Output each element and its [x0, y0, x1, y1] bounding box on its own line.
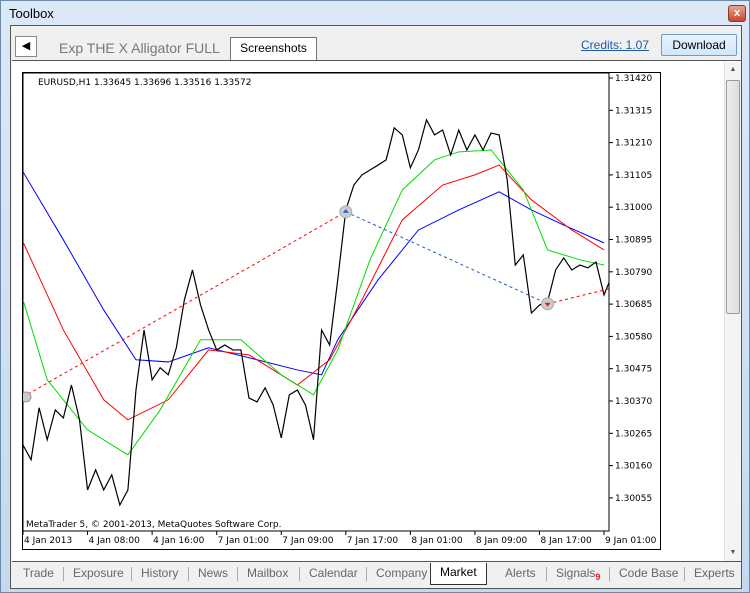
- tab-label: Alerts: [505, 566, 536, 580]
- tab-divider: [63, 567, 64, 581]
- tab-divider: [237, 567, 238, 581]
- bottom-tab-bar: Trade Exposure History News Mailbox Calendar C…: [11, 563, 741, 587]
- y-tick-label: 1.31210: [615, 139, 652, 149]
- y-tick-label: 1.31105: [615, 171, 652, 181]
- tab-divider: [609, 567, 610, 581]
- tab-history[interactable]: History: [141, 566, 178, 580]
- x-tick-label: 4 Jan 16:00: [153, 536, 205, 546]
- y-tick-label: 1.30685: [615, 300, 652, 310]
- tab-divider: [546, 567, 547, 581]
- tab-exposure[interactable]: Exposure: [73, 566, 124, 580]
- y-tick-label: 1.30475: [615, 365, 652, 375]
- signals-badge: 9: [595, 572, 601, 582]
- back-button[interactable]: ◀: [15, 36, 37, 57]
- y-tick-label: 1.30265: [615, 429, 652, 439]
- trade-marker: [23, 391, 32, 403]
- tab-label: History: [141, 566, 179, 580]
- tab-trade[interactable]: Trade: [23, 566, 54, 580]
- y-tick-label: 1.30055: [615, 494, 652, 504]
- credits-link[interactable]: Credits: 1.07: [581, 38, 649, 52]
- tab-signals[interactable]: Signals9: [556, 566, 600, 582]
- tab-market[interactable]: Market: [430, 563, 487, 585]
- tab-screenshots[interactable]: Screenshots: [230, 37, 317, 61]
- x-tick-label: 8 Jan 01:00: [411, 536, 463, 546]
- triangle-left-icon: ◀: [21, 40, 31, 52]
- y-tick-label: 1.30895: [615, 236, 652, 246]
- x-tick-label: 7 Jan 17:00: [347, 536, 399, 546]
- tab-divider: [366, 567, 367, 581]
- scroll-up-icon[interactable]: ▲: [725, 62, 741, 78]
- scrollbar-thumb[interactable]: [726, 80, 740, 314]
- x-tick-label: 4 Jan 2013: [24, 536, 72, 546]
- product-name: Exp THE X Alligator FULL: [59, 40, 220, 56]
- chart-copyright: MetaTrader 5, © 2001-2013, MetaQuotes So…: [26, 520, 282, 530]
- price-chart: EURUSD,H1 1.33645 1.33696 1.33516 1.3357…: [22, 72, 661, 550]
- download-button[interactable]: Download: [661, 34, 737, 56]
- y-tick-label: 1.30370: [615, 397, 652, 407]
- tab-divider: [188, 567, 189, 581]
- y-tick-label: 1.31000: [615, 203, 652, 213]
- tab-mailbox[interactable]: Mailbox: [247, 566, 288, 580]
- tab-experts[interactable]: Experts: [694, 566, 735, 580]
- x-tick-label: 7 Jan 01:00: [218, 536, 270, 546]
- tab-label: Calendar: [309, 566, 358, 580]
- tab-label: Market: [440, 565, 477, 579]
- x-tick-label: 4 Jan 08:00: [89, 536, 141, 546]
- y-tick-label: 1.31420: [615, 74, 652, 84]
- tab-label: Experts: [694, 566, 735, 580]
- x-tick-label: 8 Jan 17:00: [540, 536, 592, 546]
- chart-header: EURUSD,H1 1.33645 1.33696 1.33516 1.3357…: [38, 78, 251, 88]
- tab-label: News: [198, 566, 229, 580]
- tab-label: Exposure: [73, 566, 124, 580]
- tab-calendar[interactable]: Calendar: [309, 566, 358, 580]
- x-tick-label: 8 Jan 09:00: [476, 536, 528, 546]
- tab-divider: [299, 567, 300, 581]
- tab-code-base[interactable]: Code Base: [619, 566, 678, 580]
- y-tick-label: 1.30580: [615, 332, 652, 342]
- tab-label: Signals: [556, 566, 596, 580]
- tab-news[interactable]: News: [198, 566, 228, 580]
- tab-alerts[interactable]: Alerts: [505, 566, 536, 580]
- y-tick-label: 1.30160: [615, 462, 652, 472]
- vertical-scrollbar[interactable]: ▲ ▼: [724, 62, 741, 561]
- close-icon[interactable]: x: [728, 5, 746, 22]
- tab-label: Trade: [23, 566, 54, 580]
- x-tick-label: 9 Jan 01:00: [605, 536, 657, 546]
- tab-label: Code Base: [619, 566, 679, 580]
- tab-divider: [684, 567, 685, 581]
- tab-label: Mailbox: [247, 566, 289, 580]
- window-title: Toolbox: [9, 6, 54, 21]
- screenshot-area: EURUSD,H1 1.33645 1.33696 1.33516 1.3357…: [12, 60, 741, 562]
- plot-area: [22, 72, 610, 532]
- y-tick-label: 1.31315: [615, 106, 652, 116]
- tab-company[interactable]: Company: [376, 566, 427, 580]
- tab-label: Company: [376, 566, 428, 580]
- toolbox-window: Toolbox x ◀ Exp THE X Alligator FULL Scr…: [0, 0, 750, 593]
- toolbox-panel: ◀ Exp THE X Alligator FULL Screenshots C…: [10, 25, 742, 589]
- scroll-down-icon[interactable]: ▼: [725, 545, 741, 561]
- tab-divider: [131, 567, 132, 581]
- y-tick-label: 1.30790: [615, 268, 652, 278]
- x-tick-label: 7 Jan 09:00: [282, 536, 334, 546]
